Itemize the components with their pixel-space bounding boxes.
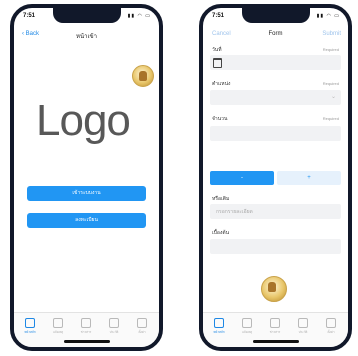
login-button[interactable]: เข้าระบบงาน	[27, 186, 146, 201]
position-select[interactable]: ⌄	[210, 90, 341, 105]
home-indicator	[252, 340, 299, 343]
tab-report[interactable]: แจ้งเหตุ	[47, 318, 69, 335]
home-indicator	[63, 340, 110, 343]
amount-field[interactable]	[210, 126, 341, 141]
folder-icon	[298, 318, 308, 328]
note-field[interactable]: กรอกรายละเอียด	[210, 204, 341, 219]
tab-settings[interactable]: ตั้งค่า	[320, 318, 342, 335]
seal-icon	[261, 276, 287, 302]
tab-label: ข่าวสาร	[80, 330, 92, 334]
required-label: Required	[322, 47, 339, 52]
field-label-position: ตำแหน่ง	[212, 81, 231, 87]
submit-button[interactable]: Submit	[322, 31, 341, 37]
required-label: Required	[322, 81, 339, 86]
tab-label: ข่าวสาร	[269, 330, 281, 334]
status-time: 7:51	[23, 13, 36, 19]
document-icon	[53, 318, 63, 328]
settings-icon	[326, 318, 336, 328]
field-label-amount: จำนวน	[212, 116, 228, 122]
required-label: Required	[322, 116, 339, 121]
increment-button[interactable]: +	[277, 171, 341, 185]
nav-bar: Cancel Form Submit	[203, 28, 348, 44]
tab-label: หน้าหลัก	[213, 330, 225, 334]
phone-right: 7:51 ▮▮ ◠ ▭ Cancel Form Submit วันที่ Re…	[199, 4, 352, 351]
register-button[interactable]: ลงทะเบียน	[27, 213, 146, 228]
calendar-icon	[213, 58, 222, 68]
chevron-down-icon: ⌄	[330, 94, 336, 100]
field-label-date: วันที่	[212, 47, 222, 53]
date-field[interactable]	[210, 55, 341, 70]
note-placeholder: กรอกรายละเอียด	[216, 209, 253, 215]
tab-label: ประวัติ	[109, 330, 119, 334]
tab-home[interactable]: หน้าหลัก	[208, 318, 230, 335]
tab-history[interactable]: ประวัติ	[103, 318, 125, 335]
status-bar: 7:51 ▮▮ ◠ ▭	[203, 12, 348, 24]
settings-icon	[137, 318, 147, 328]
nav-title: หน้าเข้า	[76, 34, 97, 40]
logo: Logo	[36, 96, 131, 145]
tab-label: แจ้งเหตุ	[52, 330, 64, 334]
tab-settings[interactable]: ตั้งค่า	[131, 318, 153, 335]
seal-icon	[132, 65, 154, 87]
phone-left: 7:51 ▮▮ ◠ ▭ ‹ Back หน้าเข้า Logo เข้าระบ…	[10, 4, 163, 351]
folder-icon	[109, 318, 119, 328]
tab-home[interactable]: หน้าหลัก	[19, 318, 41, 335]
status-icons: ▮▮ ◠ ▭	[316, 13, 340, 19]
tab-label: หน้าหลัก	[24, 330, 36, 334]
tab-label: ตั้งค่า	[138, 330, 146, 334]
document-icon	[242, 318, 252, 328]
tab-label: ประวัติ	[298, 330, 308, 334]
nav-bar: ‹ Back หน้าเข้า	[14, 28, 159, 44]
bell-icon	[270, 318, 280, 328]
home-icon	[25, 318, 35, 328]
decrement-button[interactable]: -	[210, 171, 274, 185]
bell-icon	[81, 318, 91, 328]
field-label-extra: เบื้องต้น	[212, 230, 229, 236]
status-icons: ▮▮ ◠ ▭	[127, 13, 151, 19]
status-time: 7:51	[212, 13, 225, 19]
tab-news[interactable]: ข่าวสาร	[264, 318, 286, 335]
tab-history[interactable]: ประวัติ	[292, 318, 314, 335]
status-bar: 7:51 ▮▮ ◠ ▭	[14, 12, 159, 24]
home-icon	[214, 318, 224, 328]
tab-bar: หน้าหลัก แจ้งเหตุ ข่าวสาร ประวัติ ตั้งค่…	[203, 312, 348, 347]
tab-report[interactable]: แจ้งเหตุ	[236, 318, 258, 335]
field-label-note: หรือเติม	[212, 196, 230, 202]
tab-label: ตั้งค่า	[327, 330, 335, 334]
tab-label: แจ้งเหตุ	[241, 330, 253, 334]
tab-news[interactable]: ข่าวสาร	[75, 318, 97, 335]
extra-field[interactable]	[210, 239, 341, 254]
tab-bar: หน้าหลัก แจ้งเหตุ ข่าวสาร ประวัติ ตั้งค่…	[14, 312, 159, 347]
